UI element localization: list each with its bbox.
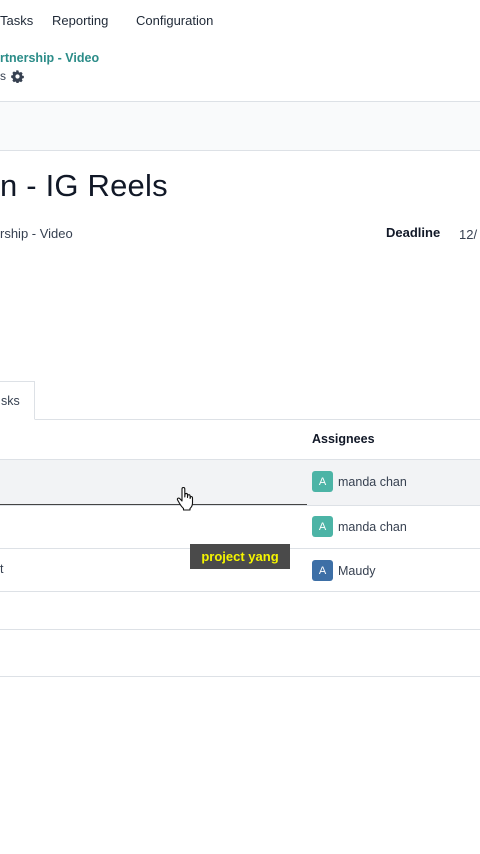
tab-subtasks-label: sks <box>1 394 20 408</box>
table-bottom-divider <box>0 676 480 677</box>
avatar: A <box>312 560 333 581</box>
avatar: A <box>312 516 333 537</box>
table-row-empty <box>0 629 480 676</box>
assignee-cell[interactable]: A Maudy <box>312 560 376 581</box>
project-field-value[interactable]: rship - Video <box>0 226 73 241</box>
table-row-empty <box>0 591 480 629</box>
assignee-name: manda chan <box>338 474 407 489</box>
top-navbar: Tasks Reporting Configuration <box>0 0 480 42</box>
video-caption: project yang <box>190 544 290 569</box>
assignee-cell[interactable]: A manda chan <box>312 516 407 537</box>
breadcrumb-current: s <box>0 69 24 83</box>
table-row[interactable]: A manda chan <box>0 459 480 505</box>
status-bar <box>0 102 480 150</box>
assignee-cell[interactable]: A manda chan <box>312 471 407 492</box>
table-row[interactable]: A manda chan <box>0 505 480 548</box>
deadline-field-value[interactable]: 12/ <box>459 227 477 242</box>
task-title[interactable]: n - IG Reels <box>0 168 168 204</box>
row-drag-indicator <box>0 504 307 505</box>
hand-cursor-icon <box>176 486 196 511</box>
gear-icon[interactable] <box>11 69 24 83</box>
assignee-name: manda chan <box>338 519 407 534</box>
avatar: A <box>312 471 333 492</box>
row-task-name[interactable]: t <box>0 562 3 576</box>
deadline-label: Deadline <box>386 225 441 240</box>
nav-configuration[interactable]: Configuration <box>136 13 213 28</box>
breadcrumb-project-link[interactable]: rtnership - Video <box>0 51 99 65</box>
nav-reporting[interactable]: Reporting <box>52 13 108 28</box>
column-header-assignees[interactable]: Assignees <box>312 432 375 446</box>
nav-tasks[interactable]: Tasks <box>0 13 33 28</box>
assignee-name: Maudy <box>338 563 376 578</box>
tab-subtasks[interactable]: sks <box>0 381 35 420</box>
tab-bar-divider <box>0 419 480 420</box>
status-bar-divider <box>0 150 480 151</box>
breadcrumb-current-label: s <box>0 69 6 83</box>
